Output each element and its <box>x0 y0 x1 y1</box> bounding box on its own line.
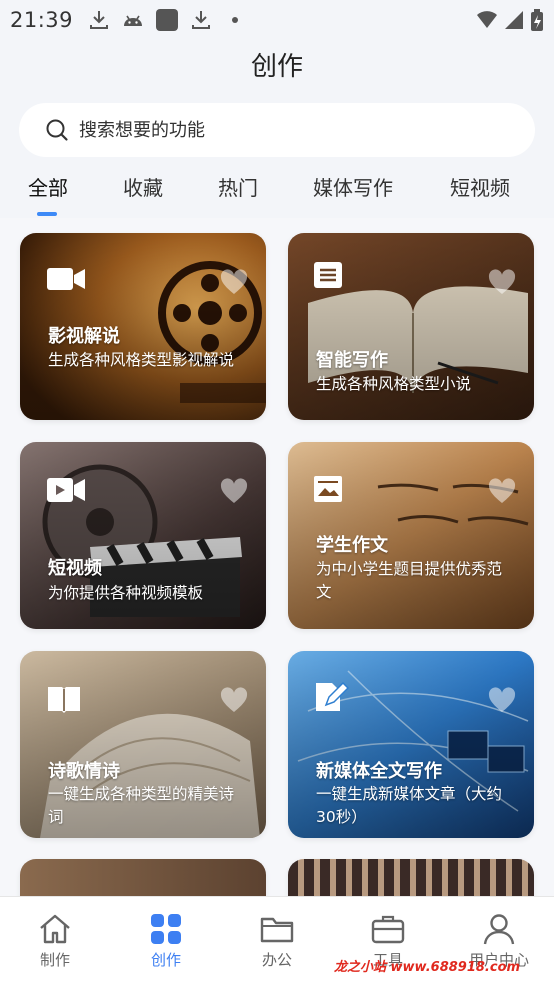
user-icon <box>483 914 515 945</box>
battery-icon <box>531 9 543 31</box>
home-icon <box>40 914 70 944</box>
video-icon <box>47 478 85 502</box>
briefcase-icon <box>371 915 405 944</box>
card-description: 生成各种风格类型小说 <box>316 375 472 393</box>
feature-grid: 影视解说 生成各种风格类型影视解说 智能写作 生成各种风格类型小说 短视频 为你… <box>0 218 554 919</box>
search-bar[interactable] <box>19 103 535 157</box>
favorite-heart-icon[interactable] <box>220 478 248 504</box>
tab-hot[interactable]: 热门 <box>218 172 258 201</box>
tab-favorites[interactable]: 收藏 <box>123 172 163 201</box>
card-smart-writing[interactable]: 智能写作 生成各种风格类型小说 <box>288 233 534 420</box>
search-input[interactable] <box>79 119 479 141</box>
category-tabs: 全部 收藏 热门 媒体写作 短视频 <box>0 170 554 220</box>
card-poetry[interactable]: 诗歌情诗 一键生成各种类型的精美诗词 <box>20 651 266 838</box>
watermark: 龙之小站 www.688918.com <box>334 960 521 975</box>
card-short-video[interactable]: 短视频 为你提供各种视频模板 <box>20 442 266 629</box>
status-bar: 21:39 <box>0 0 554 40</box>
download-icon <box>192 11 211 29</box>
tab-all[interactable]: 全部 <box>28 172 68 201</box>
nav-label: 制作 <box>39 951 70 969</box>
active-tab-indicator <box>37 212 57 216</box>
card-title: 智能写作 <box>316 350 388 371</box>
card-description: 为你提供各种视频模板 <box>48 584 204 602</box>
card-description: 一键生成各种类型的精美诗词 <box>48 785 235 826</box>
status-time: 21:39 <box>10 8 74 32</box>
wifi-icon <box>477 11 497 28</box>
tab-short-video[interactable]: 短视频 <box>450 172 510 201</box>
card-title: 短视频 <box>48 558 102 579</box>
card-student-essay[interactable]: 学生作文 为中小学生题目提供优秀范文 <box>288 442 534 629</box>
download-icon <box>90 11 109 29</box>
search-icon <box>46 119 68 141</box>
card-film-commentary[interactable]: 影视解说 生成各种风格类型影视解说 <box>20 233 266 420</box>
document-icon <box>314 262 342 288</box>
favorite-heart-icon[interactable] <box>488 687 516 713</box>
dot-icon <box>232 17 239 23</box>
card-description: 一键生成新媒体文章（大约30秒） <box>316 785 503 826</box>
card-description: 为中小学生题目提供优秀范文 <box>316 560 503 601</box>
nav-item-make[interactable]: 制作 <box>0 897 110 984</box>
card-title: 新媒体全文写作 <box>316 761 442 782</box>
app-square-icon <box>156 9 179 31</box>
folder-icon <box>260 917 294 943</box>
card-title: 诗歌情诗 <box>48 761 120 782</box>
android-icon <box>124 15 143 26</box>
card-title: 学生作文 <box>316 535 388 556</box>
favorite-heart-icon[interactable] <box>488 269 516 295</box>
favorite-heart-icon[interactable] <box>220 687 248 713</box>
card-title: 影视解说 <box>48 326 120 347</box>
favorite-heart-icon[interactable] <box>488 478 516 504</box>
card-description: 生成各种风格类型影视解说 <box>48 351 235 369</box>
camera-icon <box>47 268 85 290</box>
card-new-media-writing[interactable]: 新媒体全文写作 一键生成新媒体文章（大约30秒） <box>288 651 534 838</box>
grid-icon <box>151 914 181 944</box>
book-icon <box>48 687 80 713</box>
nav-label: 创作 <box>150 951 181 969</box>
nav-label: 办公 <box>261 951 292 969</box>
nav-item-create[interactable]: 创作 <box>111 897 221 984</box>
tab-media-writing[interactable]: 媒体写作 <box>313 172 393 201</box>
page-title: 创作 <box>250 52 303 82</box>
edit-icon <box>316 681 350 711</box>
favorite-heart-icon[interactable] <box>220 269 248 295</box>
nav-item-office[interactable]: 办公 <box>222 897 332 984</box>
image-icon <box>314 476 342 502</box>
signal-icon <box>505 11 523 29</box>
